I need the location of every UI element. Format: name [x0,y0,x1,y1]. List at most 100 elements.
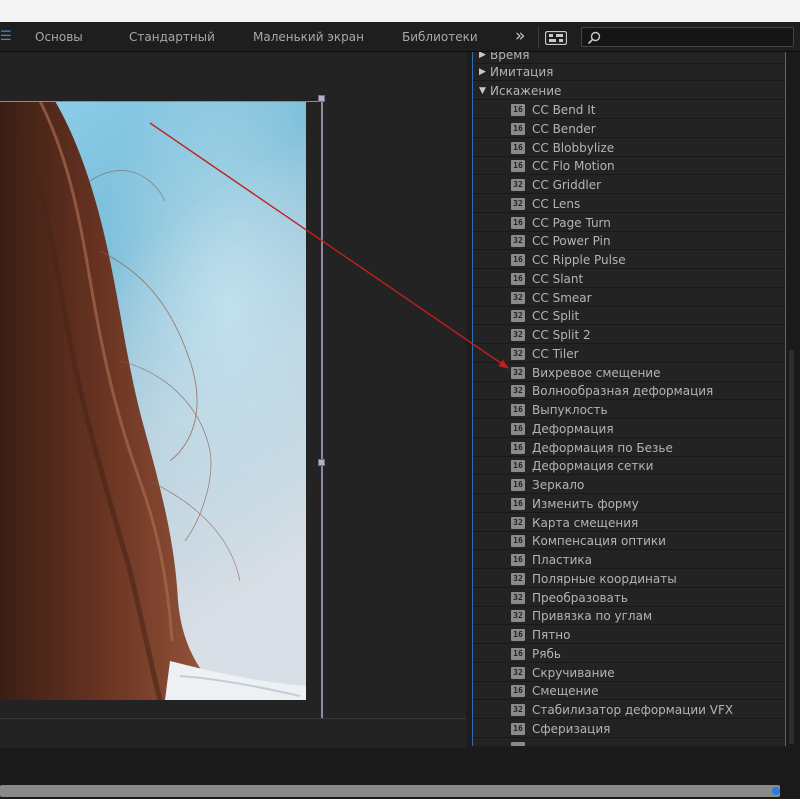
effect-item[interactable]: 32 Полярные координаты [473,570,785,588]
effect-label: Смещение [532,684,599,699]
workspace-tab-libraries[interactable]: Библиотеки [402,30,478,44]
effect-item[interactable]: 32 CC Lens [473,195,785,213]
effect-label: CC Split 2 [532,328,591,342]
effect-label: Скручивание [532,665,615,680]
settings-icon[interactable] [544,30,568,46]
effect-item[interactable]: 16 CC Blobbylize [473,139,785,157]
bit-depth-32-icon: 32 [511,516,525,529]
workspace-tab-small-screen[interactable]: Маленький экран [253,30,364,44]
bit-depth-16-icon: 16 [511,104,525,116]
effect-item[interactable]: 32 CC Power Pin [473,232,785,251]
transform-handle-top-right[interactable] [318,95,325,102]
effect-item[interactable]: 32 CC Griddler [473,176,785,194]
effect-item[interactable]: 16 Компенсация оптики [473,532,785,551]
effect-item[interactable]: 16 Деформация по Безье [473,439,785,457]
effect-item[interactable]: 16 CC Slant [473,270,785,288]
effect-item-partial[interactable] [473,739,785,746]
effect-item[interactable]: 16 Деформация [473,420,785,438]
effect-item[interactable]: 16 Сферизация [473,720,785,738]
effect-item[interactable]: 32 CC Split 2 [473,326,785,344]
effect-item[interactable]: 16 CC Page Turn [473,214,785,232]
effect-item[interactable]: 16 CC Flo Motion [473,157,785,176]
bit-depth-32-icon: 32 [511,197,525,210]
effect-label: Преобразовать [532,590,628,605]
bit-depth-16-icon: 16 [511,685,525,698]
bit-depth-32-icon: 32 [511,235,525,248]
transform-handle-right[interactable] [318,459,325,466]
effect-label: Деформация [532,421,614,436]
effect-label: Вихревое смещение [532,365,661,380]
bit-depth-32-icon: 32 [511,179,525,191]
bit-depth-16-icon: 16 [511,216,525,229]
effect-label: CC Tiler [532,346,579,361]
effect-label: Пятно [532,628,571,642]
effect-label: Зеркало [532,478,585,492]
collapsed-triangle-icon[interactable]: ▶ [479,63,486,81]
time-navigator-handle[interactable] [772,787,780,795]
bit-depth-16-icon: 16 [511,554,525,566]
composition-image [0,101,306,700]
bit-depth-16-icon: 16 [511,535,525,548]
bit-depth-32-icon: 32 [511,666,525,679]
workspace-tab-basics[interactable]: Основы [35,30,83,44]
effect-label: Пластика [532,553,593,567]
bit-depth-32-icon: 32 [511,347,525,360]
bit-depth-32-icon: 32 [511,329,525,341]
bit-depth-32-icon: 32 [511,366,525,379]
search-icon [587,30,601,45]
effect-item[interactable]: 32 CC Split [473,307,785,326]
effect-label: Деформация сетки [532,459,654,474]
effect-item[interactable]: 16 Пластика [473,551,785,569]
effect-item[interactable]: 32 Скручивание [473,664,785,682]
time-navigator[interactable] [0,785,780,797]
folder-distort[interactable]: ▼ Искажение [473,82,785,100]
effects-scrollbar-thumb[interactable] [789,350,794,744]
effect-item[interactable]: 16 Пятно [473,626,785,644]
folder-simulation[interactable]: ▶ Имитация [473,63,785,81]
effect-item[interactable]: 32 Привязка по углам [473,607,785,626]
effect-label: CC Ripple Pulse [532,253,626,267]
bit-depth-16-icon: 16 [511,722,525,735]
workspace-tab-standard[interactable]: Стандартный [129,30,215,44]
effect-label: Волнообразная деформация [532,384,714,399]
effects-presets-panel: ▶ Время ▶ Имитация ▼ Искажение 16 CC Bend… [472,52,786,746]
effect-label: CC Smear [532,290,592,305]
effects-search-input[interactable] [581,27,794,47]
effect-item[interactable]: 32 CC Smear [473,289,785,307]
effect-item[interactable]: 32 Карта смещения [473,514,785,532]
effect-item[interactable]: 16 CC Bend It [473,101,785,119]
effect-label: Рябь [532,646,561,661]
bit-depth-32-icon: 32 [511,610,525,623]
effect-item[interactable]: 32 CC Tiler [473,345,785,363]
effect-label: Стабилизатор деформации VFX [532,703,734,717]
effect-item[interactable]: 32 Волнообразная деформация [473,382,785,401]
effect-label: CC Flo Motion [532,159,615,174]
effect-item[interactable]: 32 Вихревое смещение [473,364,785,382]
effect-label: Изменить форму [532,496,639,511]
effect-item[interactable]: 16 Рябь [473,645,785,663]
bit-depth-16-icon: 16 [511,404,525,416]
bit-depth-16-icon: 16 [511,141,525,154]
effect-item[interactable]: 16 CC Bender [473,120,785,138]
effect-item[interactable]: 16 CC Ripple Pulse [473,251,785,269]
effect-item[interactable]: 16 Смещение [473,682,785,701]
workspace-bar: ☰ Основы Стандартный Маленький экран Биб… [0,22,800,52]
effect-item[interactable]: 16 Выпуклость [473,401,785,419]
effect-label: CC Blobbylize [532,140,615,155]
effect-label: CC Bender [532,121,596,136]
layer-bounds-right [321,98,323,718]
bit-depth-16-icon: 16 [511,122,525,135]
bit-depth-16-icon: 16 [511,254,525,266]
effect-item[interactable]: 16 Изменить форму [473,495,785,513]
effect-label: Карта смещения [532,515,639,530]
effect-item[interactable]: 16 Зеркало [473,476,785,494]
expanded-triangle-icon[interactable]: ▼ [479,82,486,100]
workspace-overflow-button[interactable]: » [515,26,525,46]
effect-item[interactable]: 32 Стабилизатор деформации VFX [473,701,785,719]
bit-depth-32-icon: 32 [511,591,525,604]
effect-label: Привязка по углам [532,609,653,624]
effect-item[interactable]: 32 Преобразовать [473,589,785,607]
hamburger-icon[interactable]: ☰ [0,29,12,45]
effect-label: CC Split [532,309,580,324]
effect-item[interactable]: 16 Деформация сетки [473,457,785,476]
